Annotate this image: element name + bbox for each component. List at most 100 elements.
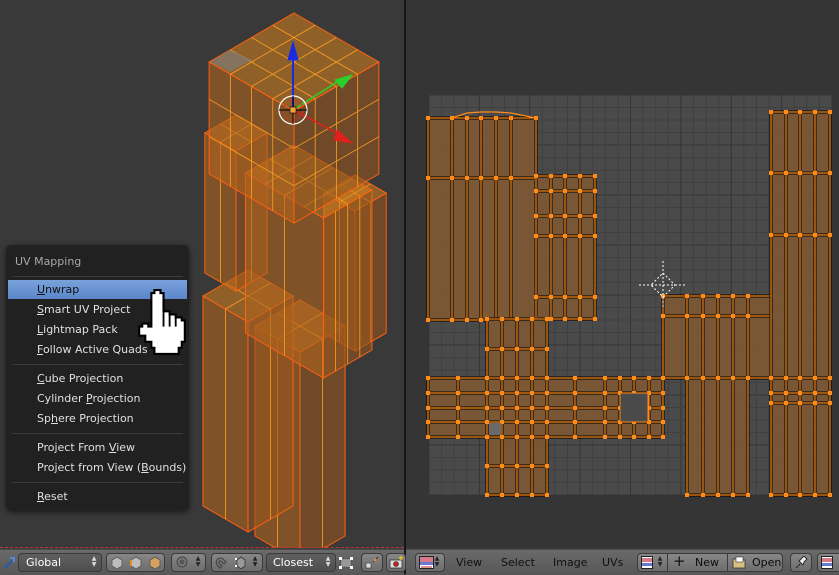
uv-vertex: [618, 435, 622, 439]
updown-arrows-icon: ▲ ▼: [252, 555, 258, 568]
uv-vertex: [701, 493, 705, 497]
snap-element-icon[interactable]: [234, 556, 248, 569]
menu-item-reset[interactable]: Reset: [8, 487, 187, 506]
uv-vertex: [450, 176, 454, 180]
uv-vertex: [769, 391, 773, 395]
editor-type-dropdown[interactable]: ▲ ▼: [415, 553, 445, 572]
uv-vertex: [573, 435, 577, 439]
open-folder-icon: [732, 556, 746, 569]
uv-vertex: [426, 406, 430, 410]
uv-vertex: [573, 420, 577, 424]
uv-vertex: [661, 420, 665, 424]
uv-vertex: [716, 376, 720, 380]
uv-vertex: [769, 493, 773, 497]
menu-item-project-from-view-bounds[interactable]: Project from View (Bounds): [8, 458, 187, 477]
uv-vertex: [603, 406, 607, 410]
uv-vertex: [456, 435, 460, 439]
uv-vertex: [549, 295, 553, 299]
uv-vertex: [784, 391, 788, 395]
image-dropdown[interactable]: [817, 553, 839, 572]
menu-view[interactable]: View: [456, 553, 482, 572]
render-button[interactable]: [386, 553, 406, 572]
edge-select-icon[interactable]: [129, 556, 143, 569]
uv-vertex: [769, 233, 773, 237]
uv-vertex: [530, 376, 534, 380]
proportional-edit-dropdown[interactable]: ▲ ▼: [171, 553, 206, 572]
orientation-dropdown[interactable]: Global ▲ ▼: [18, 553, 102, 572]
menu-item-label: rojection: [92, 392, 141, 405]
uv-vertex: [485, 493, 489, 497]
snap-target-icon[interactable]: [338, 556, 353, 569]
menu-item-cube-projection[interactable]: Cube Projection: [8, 369, 187, 388]
uv-vertex: [549, 174, 553, 178]
uv-vertex: [661, 391, 665, 395]
proportional-edit-icon: [176, 556, 190, 568]
menu-item-label: Sp: [37, 412, 51, 425]
uv-vertex: [746, 376, 750, 380]
face-select-icon[interactable]: [148, 556, 162, 569]
uv-vertex: [456, 376, 460, 380]
menu-item-label: eset: [44, 490, 68, 503]
uv-vertex: [515, 376, 519, 380]
uv-vertex: [573, 391, 577, 395]
uv-vertex: [485, 347, 489, 351]
vertex-select-icon[interactable]: [110, 556, 124, 569]
uv-vertex: [426, 318, 430, 322]
uv-vertex: [465, 116, 469, 120]
image-browse-dropdown[interactable]: ▲ ▼: [637, 553, 668, 572]
menu-image[interactable]: Image: [553, 553, 587, 572]
uv-image-editor[interactable]: [406, 0, 839, 548]
uv-vertex: [485, 376, 489, 380]
uv-vertex: [798, 493, 802, 497]
uv-vertex: [500, 406, 504, 410]
menu-uvs[interactable]: UVs: [602, 553, 623, 572]
uv-vertex: [545, 493, 549, 497]
updown-arrows-icon: ▲ ▼: [91, 555, 97, 568]
uv-vertex: [593, 189, 597, 193]
uv-vertex: [798, 171, 802, 175]
uv-vertex: [450, 318, 454, 322]
viewport-border: [0, 547, 404, 548]
uv-vertex: [661, 314, 665, 318]
snap-project-button[interactable]: [361, 553, 383, 572]
snap-target-dropdown[interactable]: Closest ▲ ▼: [266, 553, 336, 572]
uv-vertex: [828, 233, 832, 237]
uv-vertex: [813, 391, 817, 395]
snap-magnet-icon[interactable]: [215, 556, 229, 569]
uv-vertex: [500, 493, 504, 497]
menu-separator: [12, 276, 183, 277]
updown-arrows-icon: ▲ ▼: [195, 555, 201, 568]
uv-vertex: [530, 317, 534, 321]
new-image-button[interactable]: + New: [667, 553, 728, 572]
uv-vertex: [731, 294, 735, 298]
uv-vertex: [603, 391, 607, 395]
uv-vertex: [603, 420, 607, 424]
uv-vertex: [769, 376, 773, 380]
3d-viewport-header: Global ▲ ▼ ▲ ▼ ▲ ▼ Closest ▲ ▼: [0, 549, 406, 575]
menu-item-label: Project From: [37, 441, 109, 454]
menu-item-label: ightmap Pack: [43, 323, 118, 336]
menu-separator: [12, 364, 183, 365]
menu-select[interactable]: Select: [501, 553, 535, 572]
menu-item-sphere-projection[interactable]: Sphere Projection: [8, 409, 187, 428]
uv-vertex: [647, 435, 651, 439]
manipulator-icon[interactable]: [3, 555, 17, 569]
uv-vertex: [593, 295, 597, 299]
hand-cursor-icon: [138, 288, 186, 356]
uv-vertex: [534, 234, 538, 238]
menu-item-cylinder-projection[interactable]: Cylinder Projection: [8, 389, 187, 408]
uv-vertex: [685, 314, 689, 318]
uv-vertex: [784, 233, 788, 237]
uv-vertex: [593, 174, 597, 178]
uv-map-canvas[interactable]: [406, 0, 839, 548]
uv-vertex: [545, 391, 549, 395]
uv-vertex: [465, 318, 469, 322]
uv-vertex: [456, 420, 460, 424]
pin-button[interactable]: [790, 553, 812, 572]
uv-vertex: [534, 189, 538, 193]
open-label: Open: [752, 556, 782, 569]
open-image-button[interactable]: Open: [727, 553, 783, 572]
menu-item-project-from-view[interactable]: Project From View: [8, 438, 187, 457]
uv-vertex: [500, 317, 504, 321]
uv-vertex: [784, 110, 788, 114]
